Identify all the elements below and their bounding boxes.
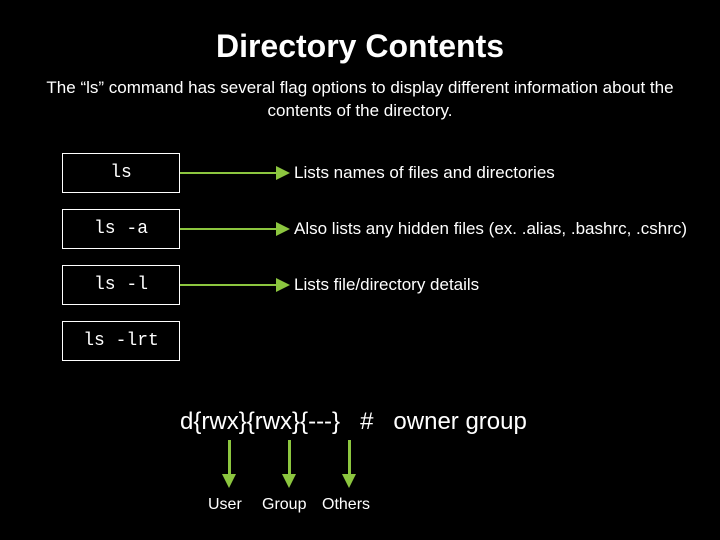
command-row: ls Lists names of files and directories: [62, 145, 720, 201]
command-box: ls -a: [62, 209, 180, 249]
arrow-right-icon: [180, 222, 290, 236]
command-row: ls -l Lists file/directory details: [62, 257, 720, 313]
arrow-down-icon: [222, 440, 236, 488]
command-rows: ls Lists names of files and directories …: [0, 145, 720, 369]
perm-label-group: Group: [262, 496, 306, 514]
command-box: ls -lrt: [62, 321, 180, 361]
command-box: ls: [62, 153, 180, 193]
command-description: Lists names of files and directories: [290, 162, 555, 184]
perm-label-user: User: [208, 496, 242, 514]
slide-title: Directory Contents: [0, 0, 720, 77]
command-box: ls -l: [62, 265, 180, 305]
arrow-down-icon: [282, 440, 296, 488]
permissions-line: d{rwx}{rwx}{---} # owner group: [180, 408, 527, 436]
command-row: ls -a Also lists any hidden files (ex. .…: [62, 201, 720, 257]
command-description: Also lists any hidden files (ex. .alias,…: [290, 218, 687, 240]
slide-subtitle: The “ls” command has several flag option…: [0, 77, 720, 145]
arrow-down-icon: [342, 440, 356, 488]
command-row: ls -lrt: [62, 313, 720, 369]
arrow-right-icon: [180, 166, 290, 180]
arrow-right-icon: [180, 278, 290, 292]
command-description: Lists file/directory details: [290, 274, 479, 296]
perm-label-others: Others: [322, 496, 370, 514]
